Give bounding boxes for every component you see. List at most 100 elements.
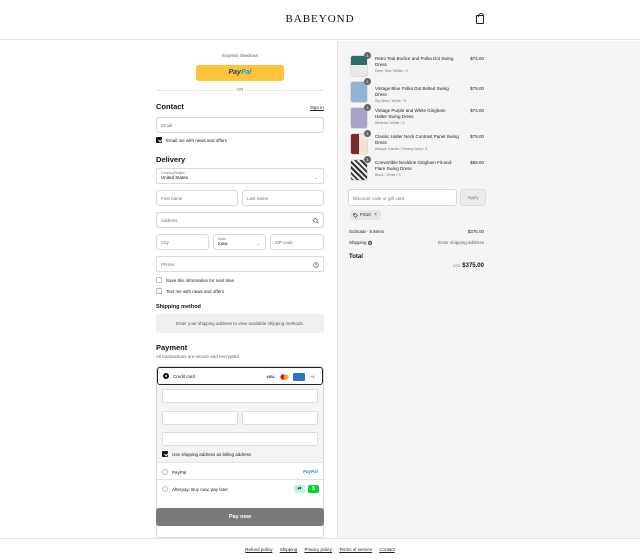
quantity-badge: 1 — [364, 130, 371, 137]
shipping-label: Shipping ? — [349, 240, 372, 245]
terms-of-service-link[interactable]: Terms of service — [339, 547, 372, 552]
more-cards-label: +4 — [310, 375, 315, 379]
shipping-method-heading: Shipping method — [156, 304, 201, 310]
security-code-field[interactable] — [242, 411, 318, 425]
product-price: $74.00 — [470, 56, 484, 61]
product-variant: Wisteria / White / S — [375, 121, 405, 125]
contact-link[interactable]: Contact — [379, 547, 395, 552]
billing-same-checkbox[interactable] — [162, 451, 168, 457]
visa-icon: VISA — [266, 375, 275, 379]
contact-heading: Contact — [156, 102, 184, 111]
phone-placeholder: Phone — [161, 262, 175, 267]
amex-icon — [293, 373, 305, 381]
or-label: OR — [233, 87, 247, 92]
paypal-radio[interactable] — [162, 469, 168, 475]
footer-links: Refund policy Shipping Privacy policy Te… — [0, 538, 640, 559]
sign-in-link[interactable]: Sign in — [310, 105, 324, 110]
product-image: 1 — [350, 156, 371, 181]
state-select[interactable]: State Iowa ⌄ — [213, 234, 266, 250]
apply-button[interactable]: Apply — [460, 189, 486, 206]
quantity-badge: 1 — [364, 156, 371, 163]
product-price: $69.00 — [470, 160, 484, 165]
card-number-field[interactable] — [162, 389, 318, 403]
remove-discount-icon[interactable]: × — [374, 210, 377, 220]
currency-code: USD — [452, 264, 461, 268]
news-checkbox[interactable] — [156, 137, 162, 143]
product-name: Convertible Neckline Gingham Fit-and-Fla… — [375, 160, 453, 171]
checkout-form: Express checkout PayPal OR Contact Sign … — [0, 41, 337, 538]
chevron-down-icon: ⌄ — [256, 241, 260, 246]
state-value: Iowa — [218, 241, 228, 246]
paypal-logo: PayPal — [303, 469, 318, 474]
product-image: 1 — [350, 52, 371, 77]
product-image: 1 — [350, 104, 371, 129]
first-name-field[interactable]: First name — [156, 190, 238, 206]
paypal-text: Pay — [228, 69, 241, 76]
news-label: Email me with news and offers — [166, 138, 227, 143]
express-checkout-label: Express checkout — [222, 53, 258, 58]
product-name: Classic Halter Neck Contrast Panel Swing… — [375, 134, 459, 145]
product-name: Vintage Blue Polka Dot Belted Swing Dres… — [375, 86, 449, 97]
shipping-label-text: Shipping — [349, 240, 367, 245]
text-me-checkbox[interactable] — [156, 288, 162, 294]
credit-card-form: Use shipping address as billing address — [157, 385, 323, 463]
email-placeholder: Email — [161, 123, 173, 128]
discount-code-input[interactable]: Discount code or gift card — [348, 189, 457, 206]
paypal-option[interactable]: PayPal PayPal — [157, 463, 323, 480]
country-value: United States — [161, 175, 189, 180]
afterpay-radio[interactable] — [162, 486, 168, 492]
country-select[interactable]: Country/Region United States ⌄ — [156, 168, 324, 184]
help-icon[interactable] — [313, 262, 319, 268]
credit-card-radio[interactable] — [163, 373, 169, 379]
billing-same-label: Use shipping address as billing address — [172, 452, 252, 457]
save-info-checkbox[interactable] — [156, 277, 162, 283]
payment-subtitle: All transactions are secure and encrypte… — [156, 354, 241, 359]
address-field[interactable]: Address — [156, 212, 324, 228]
zip-field[interactable]: ZIP code — [270, 234, 324, 250]
payment-heading: Payment — [156, 343, 188, 352]
afterpay-option[interactable]: Afterpay: Buy now, pay later ⇄ $ — [157, 480, 323, 498]
text-me-label: Text me with news and offers — [166, 289, 224, 294]
paypal-express-button[interactable]: PayPal — [196, 65, 284, 81]
mastercard-icon — [280, 374, 289, 380]
afterpay-icon: ⇄ — [294, 485, 305, 493]
product-name: Vintage Purple and White Gingham Halter … — [375, 108, 446, 119]
product-variant: Antique Garnet / Creamy Ivory / S — [375, 147, 428, 151]
shipping-method-notice: Enter your shipping address to view avai… — [156, 314, 324, 333]
refund-policy-link[interactable]: Refund policy — [245, 547, 272, 552]
discount-code-placeholder: Discount code or gift card — [353, 196, 405, 201]
or-separator: OR — [156, 87, 324, 92]
product-price: $79.00 — [470, 134, 484, 139]
credit-card-option[interactable]: Credit card VISA +4 — [157, 367, 323, 385]
subtotal-label: Subtotal · 5 items — [349, 229, 385, 234]
delivery-heading: Delivery — [156, 155, 186, 164]
expiration-field[interactable] — [162, 411, 238, 425]
search-icon — [313, 218, 319, 224]
credit-card-label: Credit card — [173, 374, 196, 379]
quantity-badge: 1 — [364, 52, 371, 59]
city-field[interactable]: City — [156, 234, 209, 250]
name-on-card-field[interactable] — [162, 432, 318, 446]
brand-logo[interactable]: BABEYOND — [0, 13, 640, 25]
quantity-badge: 1 — [364, 104, 371, 111]
total-amount: $375.00 — [462, 263, 484, 269]
total-label: Total — [349, 254, 363, 260]
last-name-placeholder: Last name — [247, 196, 269, 201]
phone-field[interactable]: Phone — [156, 256, 324, 272]
shipping-link[interactable]: Shipping — [280, 547, 298, 552]
site-header: BABEYOND — [0, 0, 640, 40]
city-placeholder: City — [161, 240, 169, 245]
address-placeholder: Address — [161, 218, 178, 223]
product-price: $74.00 — [470, 108, 484, 113]
info-icon[interactable]: ? — [367, 240, 372, 245]
last-name-field[interactable]: Last name — [242, 190, 324, 206]
discount-code-label: FS10 — [360, 212, 371, 217]
tag-icon — [353, 212, 358, 218]
product-variant: Black / White / S — [375, 173, 401, 177]
discount-chip: FS10 × — [350, 210, 381, 220]
email-field[interactable]: Email — [156, 117, 324, 133]
privacy-policy-link[interactable]: Privacy policy — [305, 547, 333, 552]
shipping-value: Enter shipping address — [437, 240, 484, 245]
pay-now-button[interactable]: Pay now — [156, 508, 324, 526]
shopping-bag-icon[interactable] — [476, 13, 484, 24]
